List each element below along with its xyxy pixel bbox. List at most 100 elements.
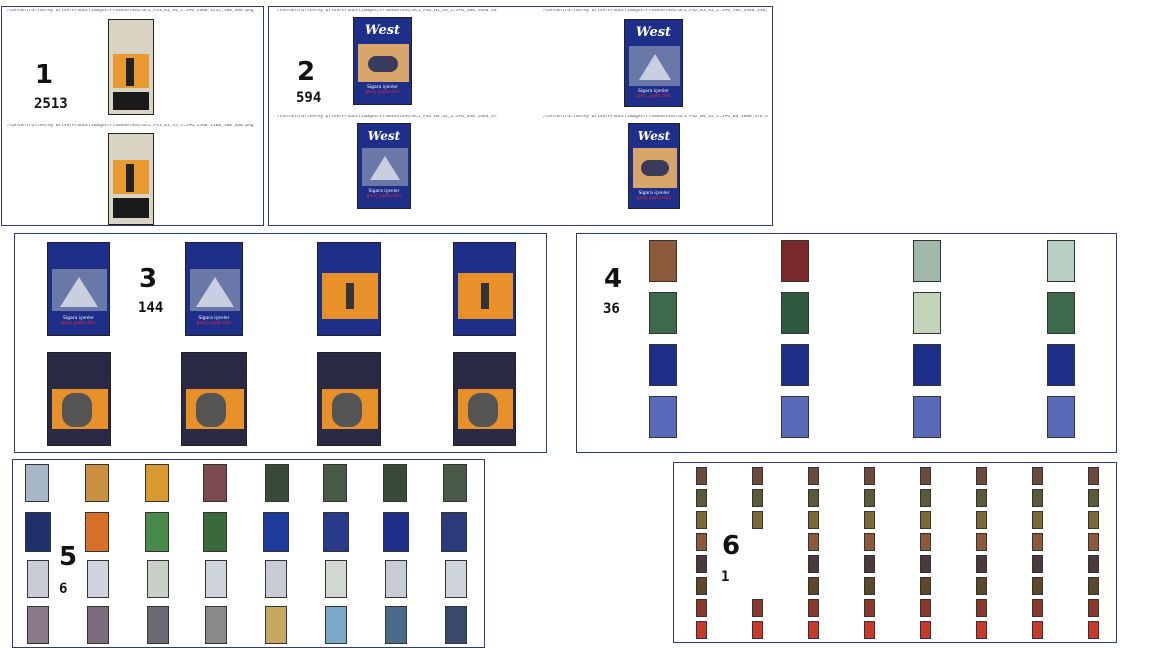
- product-thumbnail: [1088, 467, 1099, 485]
- product-image: [649, 396, 677, 438]
- product-thumbnail: [808, 599, 819, 617]
- product-thumbnail: [808, 489, 819, 507]
- product-image: [649, 344, 677, 386]
- product-image: [781, 396, 809, 438]
- product-thumbnail: [1032, 511, 1043, 529]
- product-image: [781, 240, 809, 282]
- product-image: [87, 606, 109, 644]
- product-image: [263, 512, 289, 552]
- product-thumbnail: [1032, 467, 1043, 485]
- product-thumbnail: [1088, 577, 1099, 595]
- product-image: [108, 133, 154, 225]
- product-image: [85, 512, 109, 552]
- cluster-number: 1: [35, 60, 54, 90]
- product-image: Sigara içenler genç yaşta ölür: [47, 242, 110, 336]
- product-thumbnail: [1032, 577, 1043, 595]
- product-image: [145, 464, 169, 502]
- pack-brand: West: [637, 129, 671, 143]
- image-path: /content/drive/My Drive/ProductImages/Fr…: [543, 9, 768, 13]
- product-image: [913, 240, 941, 282]
- warning-text-red: genç yaşta ölür: [366, 193, 402, 199]
- image-path: /content/drive/My Drive/ProductImages/Fr…: [7, 9, 254, 13]
- product-image: [1047, 292, 1075, 334]
- product-image: [323, 464, 347, 502]
- product-image: [913, 344, 941, 386]
- product-thumbnail: [808, 511, 819, 529]
- product-thumbnail: [1032, 533, 1043, 551]
- product-thumbnail: [976, 511, 987, 529]
- image-path: /content/drive/My Drive/ProductImages/Fr…: [277, 9, 497, 13]
- product-thumbnail: [976, 577, 987, 595]
- cluster-count: 594: [296, 90, 322, 106]
- product-image: [317, 352, 381, 446]
- product-image: [781, 292, 809, 334]
- product-thumbnail: [920, 577, 931, 595]
- product-thumbnail: [920, 555, 931, 573]
- product-thumbnail: [864, 533, 875, 551]
- product-image: West Sigara içenler genç yaşta ölür: [353, 17, 412, 105]
- product-thumbnail: [864, 577, 875, 595]
- product-thumbnail: [696, 533, 707, 551]
- product-image: [445, 560, 467, 598]
- product-thumbnail: [920, 467, 931, 485]
- product-image: [25, 512, 51, 552]
- product-thumbnail: [696, 621, 707, 639]
- cluster-number: 5: [59, 542, 78, 572]
- pack-brand: West: [367, 129, 401, 143]
- product-thumbnail: [696, 511, 707, 529]
- product-thumbnail: [976, 599, 987, 617]
- product-image: [87, 560, 109, 598]
- product-thumbnail: [696, 577, 707, 595]
- product-thumbnail: [864, 489, 875, 507]
- cluster-count: 2513: [34, 96, 68, 112]
- product-image: [317, 242, 381, 336]
- product-image: [453, 242, 516, 336]
- product-thumbnail: [1088, 533, 1099, 551]
- product-thumbnail: [808, 533, 819, 551]
- product-thumbnail: [864, 555, 875, 573]
- product-thumbnail: [864, 599, 875, 617]
- product-image: [147, 606, 169, 644]
- product-thumbnail: [920, 511, 931, 529]
- warning-text-red: genç yaşta ölür: [636, 195, 672, 201]
- pack-brand: West: [635, 25, 672, 40]
- cluster-number: 3: [139, 264, 158, 294]
- product-image: [325, 560, 347, 598]
- product-image: [383, 512, 409, 552]
- product-image: [265, 464, 289, 502]
- product-image: West Sigara içenler genç yaşta ölür: [357, 123, 411, 209]
- warning-text-red: genç yaşta ölür: [365, 89, 400, 95]
- product-image: [265, 606, 287, 644]
- product-thumbnail: [1088, 621, 1099, 639]
- product-image: [913, 396, 941, 438]
- cluster-panel-2: 2 594 /content/drive/My Drive/ProductIma…: [268, 6, 773, 226]
- cluster-count: 144: [138, 300, 164, 316]
- product-thumbnail: [808, 467, 819, 485]
- product-thumbnail: [1032, 489, 1043, 507]
- product-image: [325, 606, 347, 644]
- image-path: /content/drive/My Drive/ProductImages/Fr…: [543, 115, 768, 119]
- product-image: [265, 560, 287, 598]
- product-image: [453, 352, 516, 446]
- product-thumbnail: [752, 511, 763, 529]
- product-image: West Sigara içenler genç yaşta ölür: [628, 123, 680, 209]
- cluster-count: 36: [603, 301, 620, 317]
- cluster-panel-6: 6 1: [673, 462, 1117, 643]
- product-thumbnail: [1032, 599, 1043, 617]
- product-image: [913, 292, 941, 334]
- product-thumbnail: [864, 467, 875, 485]
- product-image: [25, 464, 49, 502]
- product-image: [385, 560, 407, 598]
- warning-text-red: genç yaşta ölür: [196, 320, 232, 326]
- product-image: [27, 606, 49, 644]
- product-thumbnail: [808, 621, 819, 639]
- product-thumbnail: [976, 533, 987, 551]
- product-image: [1047, 396, 1075, 438]
- cluster-count: 6: [59, 581, 68, 597]
- product-image: [85, 464, 109, 502]
- warning-text-red: genç yaşta ölür: [61, 320, 96, 326]
- product-image: [205, 560, 227, 598]
- product-thumbnail: [752, 599, 763, 617]
- product-thumbnail: [1088, 489, 1099, 507]
- product-image: [781, 344, 809, 386]
